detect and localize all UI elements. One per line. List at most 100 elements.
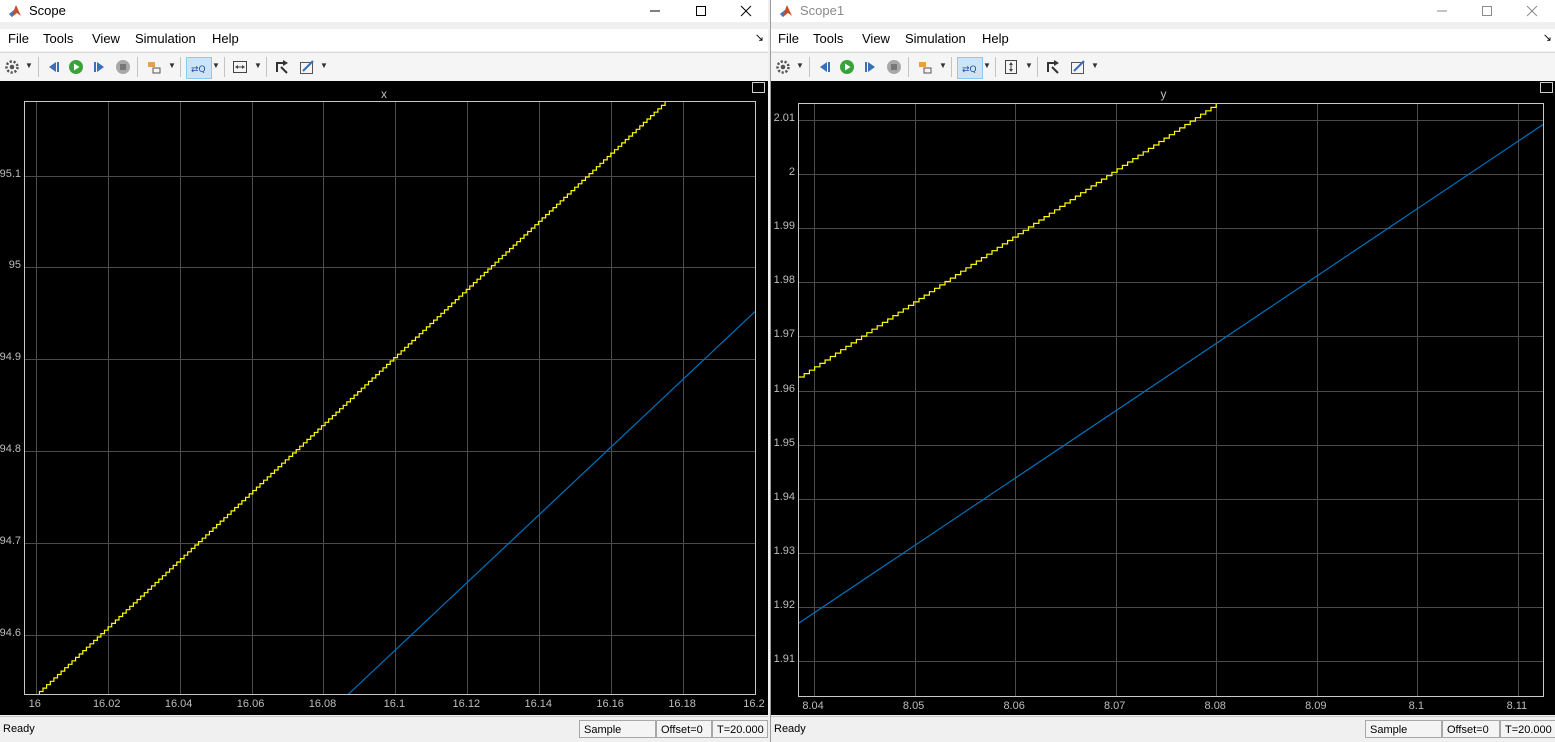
x-tick-label: 16.18 <box>668 698 696 710</box>
svg-text:⇄Q: ⇄Q <box>191 65 206 75</box>
step-forward-icon[interactable] <box>90 58 108 76</box>
run-icon[interactable] <box>67 58 85 76</box>
y-tick-label: 95.1 <box>0 167 21 180</box>
window-title: Scope1 <box>800 3 845 18</box>
y-tick-label: 1.94 <box>773 490 795 503</box>
menu-bar: File Tools View Simulation Help ↘ <box>771 29 1555 51</box>
chevron-down-icon[interactable]: ▼ <box>25 61 33 70</box>
sample-mode-label: Sample based <box>579 720 656 738</box>
plot-canvas <box>799 104 1543 624</box>
step-forward-icon[interactable] <box>861 58 879 76</box>
menu-file[interactable]: File <box>8 31 29 46</box>
offset-label: Offset=0 <box>1442 720 1500 738</box>
run-icon[interactable] <box>838 58 856 76</box>
toolbar: ▼ ▼ ⇄Q ▼ ▼ ▼ <box>771 52 1555 82</box>
chevron-down-icon[interactable]: ▼ <box>212 61 220 70</box>
x-tick-label: 16.16 <box>596 698 624 710</box>
status-text: Ready <box>3 723 35 735</box>
cursor-measure-icon[interactable] <box>1044 58 1062 76</box>
menu-tools[interactable]: Tools <box>43 31 73 46</box>
dock-arrow-icon[interactable]: ↘ <box>1543 31 1552 44</box>
svg-text:⇄Q: ⇄Q <box>962 65 977 75</box>
menu-view[interactable]: View <box>862 31 890 46</box>
x-tick-label: 8.07 <box>1103 700 1126 712</box>
series-line-2 <box>799 124 1543 624</box>
y-tick-label: 94.8 <box>0 443 21 456</box>
plot-axes[interactable] <box>24 101 756 695</box>
menu-help[interactable]: Help <box>982 31 1009 46</box>
plot-canvas <box>38 102 755 694</box>
toolbar-separator <box>180 57 181 77</box>
chevron-down-icon[interactable]: ▼ <box>983 61 991 70</box>
toolbar: ▼ ▼ ⇄Q ▼ ▼ ▼ <box>0 52 768 82</box>
menu-help[interactable]: Help <box>212 31 239 46</box>
gear-icon[interactable] <box>3 58 21 76</box>
undock-icon[interactable] <box>1540 82 1553 93</box>
style-edit-icon[interactable] <box>1069 58 1087 76</box>
close-button[interactable] <box>1509 0 1555 22</box>
menu-simulation[interactable]: Simulation <box>135 31 196 46</box>
minimize-button[interactable] <box>1419 0 1465 22</box>
status-text: Ready <box>774 723 806 735</box>
scale-axes-icon[interactable] <box>1002 58 1020 76</box>
menu-file[interactable]: File <box>778 31 799 46</box>
time-label: T=20.000 <box>712 720 768 738</box>
step-back-icon[interactable] <box>45 58 63 76</box>
stop-icon[interactable] <box>885 58 903 76</box>
stop-icon[interactable] <box>114 58 132 76</box>
close-button[interactable] <box>723 0 768 22</box>
toolbar-separator <box>38 57 39 77</box>
chevron-down-icon[interactable]: ▼ <box>320 61 328 70</box>
y-tick-label: 2 <box>788 166 795 179</box>
x-tick-label: 16.02 <box>92 698 121 710</box>
matlab-logo-icon <box>780 5 792 17</box>
title-bar[interactable]: Scope1 <box>771 0 1555 22</box>
cursor-measure-icon[interactable] <box>273 58 291 76</box>
y-tick-label: 2.01 <box>773 112 795 125</box>
toolbar-separator <box>137 57 138 77</box>
title-bar[interactable]: Scope <box>0 0 768 22</box>
y-tick-label: 1.96 <box>773 382 795 395</box>
scope-window: Scope File Tools View Simulation Help ↘ … <box>0 0 768 742</box>
x-tick-label: 8.05 <box>902 700 925 712</box>
series-line-2 <box>348 311 755 694</box>
matlab-logo-icon <box>9 5 21 17</box>
toolbar-separator <box>266 57 267 77</box>
window-title: Scope <box>29 3 66 18</box>
chevron-down-icon[interactable]: ▼ <box>796 61 804 70</box>
chevron-down-icon[interactable]: ▼ <box>168 61 176 70</box>
chevron-down-icon[interactable]: ▼ <box>254 61 262 70</box>
zoom-icon[interactable]: ⇄Q <box>957 57 983 79</box>
menu-bar: File Tools View Simulation Help ↘ <box>0 29 768 51</box>
plot-axes[interactable] <box>798 103 1544 697</box>
menu-simulation[interactable]: Simulation <box>905 31 966 46</box>
y-tick-label: 1.97 <box>773 328 795 341</box>
grid-line-vertical <box>755 102 756 694</box>
x-tick-label: 16.2 <box>743 698 765 710</box>
menu-tools[interactable]: Tools <box>813 31 843 46</box>
maximize-button[interactable] <box>1464 0 1510 22</box>
y-tick-label: 94.7 <box>0 535 21 548</box>
zoom-icon[interactable]: ⇄Q <box>186 57 212 79</box>
step-back-icon[interactable] <box>816 58 834 76</box>
x-tick-label: 8.06 <box>1003 700 1025 712</box>
chevron-down-icon[interactable]: ▼ <box>1091 61 1099 70</box>
dock-arrow-icon[interactable]: ↘ <box>755 31 764 44</box>
toolbar-separator <box>809 57 810 77</box>
x-tick-label: 16 <box>28 698 41 710</box>
gear-icon[interactable] <box>774 58 792 76</box>
maximize-button[interactable] <box>678 0 724 22</box>
minimize-button[interactable] <box>632 0 678 22</box>
style-edit-icon[interactable] <box>298 58 316 76</box>
chevron-down-icon[interactable]: ▼ <box>939 61 947 70</box>
x-tick-label: 16.1 <box>383 698 406 710</box>
undock-icon[interactable] <box>752 82 765 93</box>
highlight-block-icon[interactable] <box>145 58 163 76</box>
status-bar: Ready Sample based Offset=0 T=20.000 <box>771 716 1555 742</box>
highlight-block-icon[interactable] <box>916 58 934 76</box>
x-tick-label: 8.04 <box>802 700 824 712</box>
series-line-1 <box>38 102 666 694</box>
chevron-down-icon[interactable]: ▼ <box>1025 61 1033 70</box>
scale-axes-icon[interactable] <box>231 58 249 76</box>
menu-view[interactable]: View <box>92 31 120 46</box>
